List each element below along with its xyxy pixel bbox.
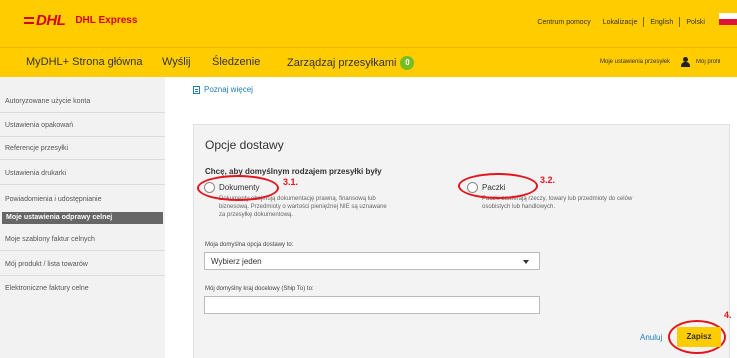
nav-manage-label: Zarządzaj przesyłkami	[287, 57, 397, 69]
english-link[interactable]: English	[644, 19, 679, 26]
settings-sidebar: Autoryzowane użycie konta Ustawienia opa…	[0, 77, 165, 358]
cancel-link[interactable]: Anuluj	[640, 333, 662, 342]
sidebar-item-invoice-templates[interactable]: Moje szablony faktur celnych	[5, 236, 165, 243]
destination-label: Mój domyślny kraj docelowy (Ship To) to:	[205, 286, 314, 292]
nav-send[interactable]: Wyślij	[162, 56, 191, 68]
learn-more-label: Poznaj więcej	[204, 85, 253, 94]
destination-input[interactable]	[204, 296, 540, 314]
panel-title: Opcje dostawy	[205, 138, 284, 152]
sidebar-item-packaging[interactable]: Ustawienia opakowań	[5, 122, 165, 129]
annotation-circle	[197, 175, 279, 201]
locations-link[interactable]: Lokalizacje	[597, 19, 644, 26]
documents-description-line: za przesyłkę dokumentową.	[219, 212, 294, 218]
annotation-circle	[458, 173, 538, 199]
learn-more-link[interactable]: Poznaj więcej	[193, 85, 253, 94]
chevron-down-icon	[523, 260, 529, 264]
delivery-option-select[interactable]: Wybierz jeden	[204, 252, 540, 270]
divider	[0, 184, 165, 185]
dhl-logo-text: DHL Express	[75, 15, 138, 26]
sidebar-item-customs-settings[interactable]: Moje ustawienia odprawy celnej	[2, 212, 163, 224]
save-button[interactable]: Zapisz	[677, 327, 721, 347]
parcels-description: Paczki zawierają rzeczy, towary lub prze…	[482, 195, 722, 211]
dhl-logo[interactable]: DHL DHL Express	[23, 12, 138, 29]
documents-description-line: biznesową. Przedmioty o wartości pienięż…	[219, 204, 387, 210]
sidebar-item-references[interactable]: Referencje przesyłki	[5, 145, 165, 152]
polish-link[interactable]: Polski	[680, 19, 711, 26]
nav-settings[interactable]: Moje ustawienia przesyłek	[600, 59, 670, 65]
top-header: DHL DHL Express Centrum pomocy Lokalizac…	[0, 0, 737, 47]
sidebar-item-authorized-use[interactable]: Autoryzowane użycie konta	[5, 98, 165, 105]
nav-profile[interactable]: Mój profil	[696, 59, 737, 65]
user-icon[interactable]	[680, 57, 690, 67]
divider	[0, 136, 165, 137]
sidebar-item-e-invoices[interactable]: Elektroniczne faktury celne	[5, 285, 165, 292]
divider	[0, 250, 165, 251]
nav-home[interactable]: MyDHL+ Strona główna	[26, 56, 142, 68]
annotation-marker: 3.2.	[540, 175, 556, 185]
document-icon	[193, 85, 200, 94]
delivery-option-label: Moja domyślna opcja dostawy to:	[205, 242, 294, 248]
divider	[0, 159, 165, 160]
sidebar-item-printer[interactable]: Ustawienia drukarki	[5, 170, 165, 177]
delivery-options-panel: Opcje dostawy Chcę, aby domyślnym rodzaj…	[193, 124, 730, 358]
parcels-description-line: osobistych lub handlowych.	[482, 204, 556, 210]
sidebar-item-product-list[interactable]: Mój produkt / lista towarów	[5, 261, 165, 268]
nav-track[interactable]: Śledzenie	[212, 56, 260, 68]
shipment-count-badge: 0	[400, 56, 415, 70]
help-center-link[interactable]: Centrum pomocy	[531, 19, 596, 26]
dhl-logo-mark: DHL	[23, 12, 66, 29]
divider	[0, 275, 165, 276]
poland-flag-icon[interactable]	[719, 13, 737, 25]
delivery-option-value: Wybierz jeden	[211, 257, 262, 266]
header-links: Centrum pomocy Lokalizacje English Polsk…	[531, 17, 711, 27]
nav-manage[interactable]: Zarządzaj przesyłkami 0	[287, 56, 415, 70]
main-nav: MyDHL+ Strona główna Wyślij Śledzenie Za…	[0, 47, 737, 77]
annotation-marker: 4.	[724, 310, 732, 320]
divider	[0, 112, 165, 113]
sidebar-item-notifications[interactable]: Powiadomienia i udostępnianie	[5, 196, 165, 203]
annotation-marker: 3.1.	[283, 177, 299, 187]
